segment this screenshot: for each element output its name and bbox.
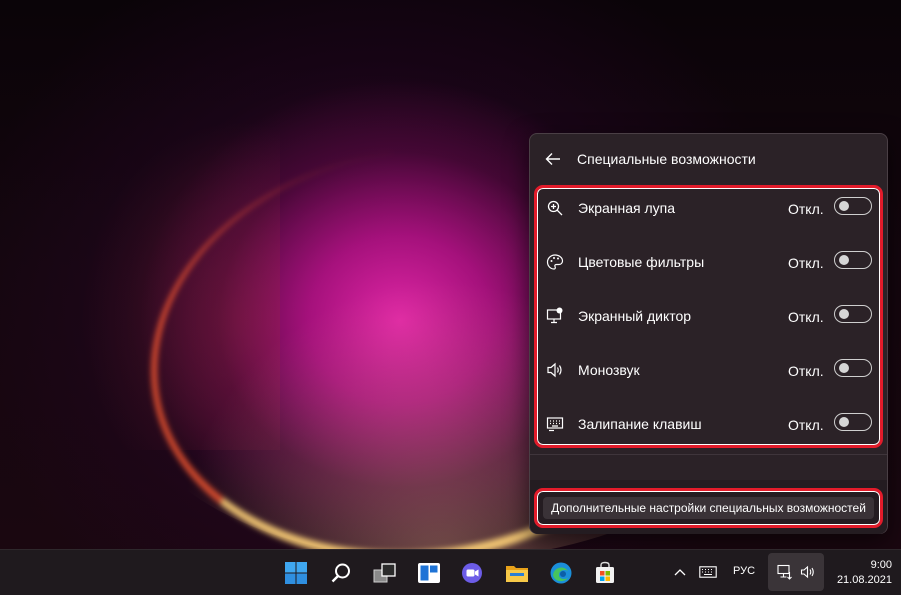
teams-chat-icon (462, 563, 482, 583)
back-button[interactable] (542, 148, 564, 170)
flyout-header: Специальные возможности (530, 134, 887, 184)
option-state: Откл. (788, 309, 824, 325)
accessibility-flyout: Специальные возможности Экранная лупа От… (529, 133, 888, 534)
option-label: Монозвук (578, 362, 640, 378)
option-label: Цветовые фильтры (578, 254, 705, 270)
flyout-divider (530, 454, 887, 455)
chevron-up-icon (674, 569, 686, 576)
network-icon (777, 564, 792, 580)
widgets-button[interactable] (412, 557, 446, 589)
option-label: Экранная лупа (578, 200, 676, 216)
store-icon (596, 561, 614, 583)
option-label: Залипание клавиш (578, 416, 702, 432)
color-filters-icon (545, 252, 565, 272)
quick-settings-button[interactable] (768, 553, 824, 591)
file-explorer-icon (506, 566, 528, 582)
touch-keyboard-button[interactable] (698, 564, 718, 580)
edge-icon (550, 562, 572, 584)
option-state: Откл. (788, 255, 824, 271)
search-button[interactable] (324, 557, 358, 589)
file-explorer-button[interactable] (500, 557, 534, 589)
more-settings-highlight: Дополнительные настройки специальных воз… (534, 488, 883, 528)
keyboard-icon (699, 566, 717, 578)
sticky-keys-toggle[interactable] (834, 413, 872, 431)
task-view-button[interactable] (368, 557, 402, 589)
mono-audio-icon (545, 360, 565, 380)
flyout-title: Специальные возможности (577, 151, 756, 167)
start-button[interactable] (279, 557, 313, 589)
option-narrator: Экранный диктор Откл. (537, 296, 880, 340)
option-label: Экранный диктор (578, 308, 692, 324)
toggle-knob (839, 309, 849, 319)
option-sticky-keys: Залипание клавиш Откл. (537, 404, 880, 448)
windows-start-icon (285, 562, 307, 584)
option-state: Откл. (788, 201, 824, 217)
clock[interactable]: 9:00 21.08.2021 (832, 558, 892, 588)
task-view-icon (373, 563, 396, 583)
option-state: Откл. (788, 363, 824, 379)
clock-date: 21.08.2021 (836, 574, 892, 586)
magnifier-icon (545, 198, 565, 218)
volume-icon (800, 565, 814, 579)
more-accessibility-settings-link[interactable]: Дополнительные настройки специальных воз… (543, 497, 874, 519)
narrator-icon (545, 306, 565, 326)
accessibility-options-list: Экранная лупа Откл. Цветовые фильтры Отк… (534, 185, 883, 448)
magnifier-toggle[interactable] (834, 197, 872, 215)
narrator-toggle[interactable] (834, 305, 872, 323)
toggle-knob (839, 417, 849, 427)
option-state: Откл. (788, 417, 824, 433)
store-button[interactable] (588, 557, 622, 589)
option-color-filters: Цветовые фильтры Откл. (537, 242, 880, 286)
option-magnifier: Экранная лупа Откл. (537, 188, 880, 232)
sticky-keys-icon (545, 414, 565, 434)
show-hidden-icons-button[interactable] (672, 564, 688, 580)
toggle-knob (839, 255, 849, 265)
edge-button[interactable] (544, 557, 578, 589)
toggle-knob (839, 201, 849, 211)
back-arrow-icon (545, 153, 560, 165)
taskbar: РУС 9:00 21.08.2021 (0, 549, 901, 595)
toggle-knob (839, 363, 849, 373)
language-indicator[interactable]: РУС (729, 565, 759, 577)
search-icon (331, 563, 350, 583)
color-filters-toggle[interactable] (834, 251, 872, 269)
option-mono-audio: Монозвук Откл. (537, 350, 880, 394)
mono-audio-toggle[interactable] (834, 359, 872, 377)
teams-chat-button[interactable] (456, 557, 490, 589)
widgets-icon (418, 563, 440, 583)
clock-time: 9:00 (870, 559, 892, 571)
